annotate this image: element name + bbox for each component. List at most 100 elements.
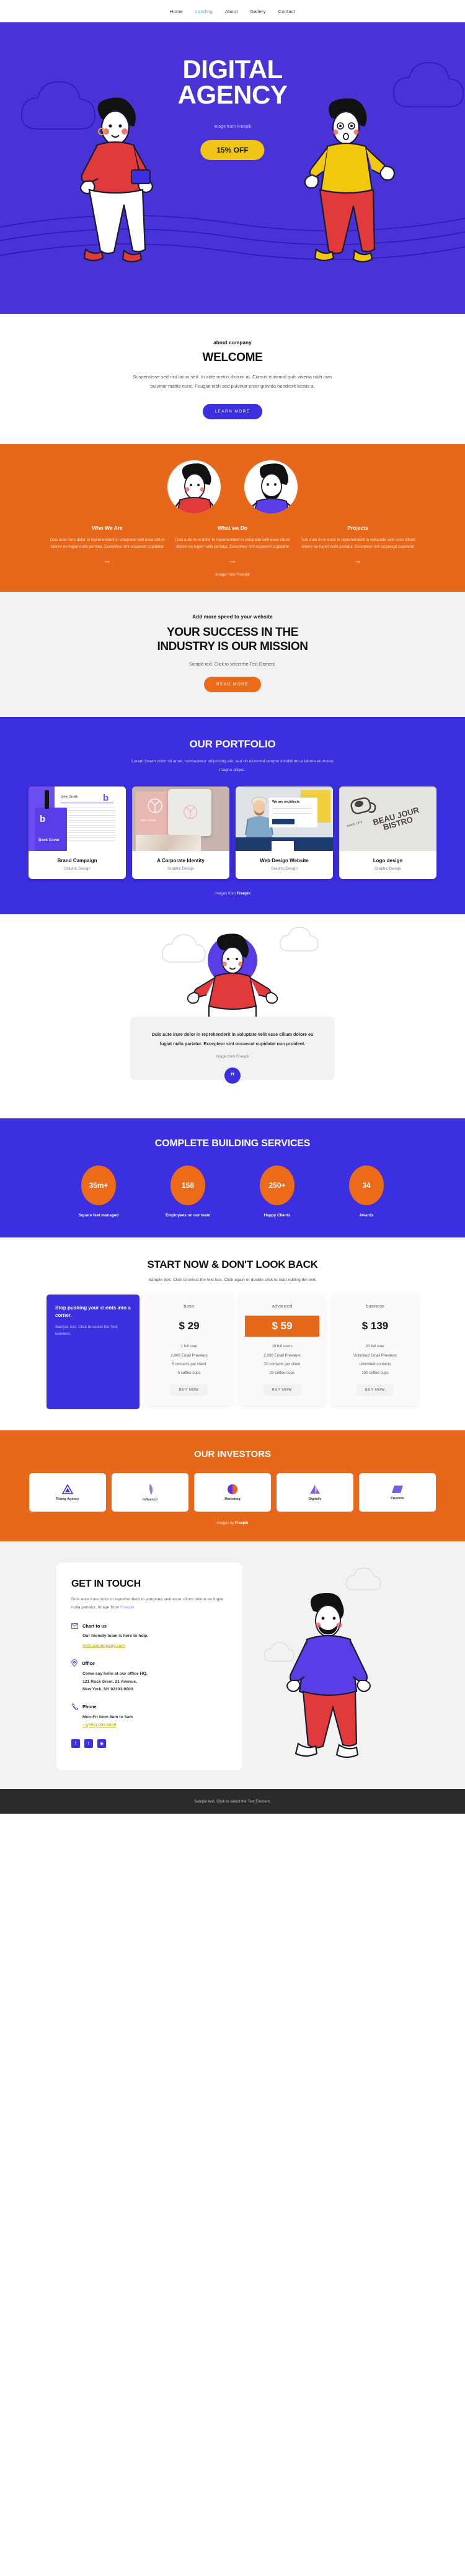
buy-now-button[interactable]: BUY NOW	[170, 1384, 208, 1396]
offer-button[interactable]: 15% OFF	[200, 140, 265, 160]
stats-row: 35m+ Square feet managed 158 Employees o…	[0, 1165, 465, 1219]
contact-block-chat: Chart to us Our friendly team is here to…	[71, 1623, 228, 1650]
portfolio-card[interactable]: John Smith b b Book Cover Brand Campaign…	[29, 787, 126, 880]
contact-block-body: Come say hello at our office HQ. 121 Roc…	[71, 1670, 228, 1694]
plan-feature: 100 coffee cups	[361, 1371, 389, 1376]
contact-block-body: Our friendly team is here to help. hi@ou…	[71, 1633, 228, 1650]
service-title: Projects	[347, 524, 368, 531]
portfolio-thumbnail: John Smith b b Book Cover	[29, 787, 126, 852]
pricing-plan-advanced[interactable]: advanced $ 59 10 full users 2,000 Email …	[239, 1295, 326, 1406]
contact-heading-label: Chart to us	[82, 1623, 107, 1629]
welcome-body: Suspendisse sed nisi lacus sed. In ante …	[133, 374, 332, 389]
plan-price: $ 139	[361, 1320, 389, 1332]
portfolio-title: OUR PORTFOLIO	[189, 738, 276, 751]
stat-value: 158	[170, 1165, 205, 1206]
stat-item: 34 Awards	[335, 1165, 397, 1219]
buy-now-button[interactable]: BUY NOW	[263, 1384, 301, 1396]
stats-section: COMPLETE BUILDING SERVICES 35m+ Square f…	[0, 1118, 465, 1238]
contact-section: GET IN TOUCH Duis aute irure dolor in re…	[0, 1541, 465, 1789]
stat-value: 250+	[260, 1165, 294, 1206]
welcome-section: about company WELCOME Suspendisse sed ni…	[0, 314, 465, 444]
read-more-button[interactable]: READ MORE	[204, 677, 261, 693]
portfolio-card[interactable]: DEC VOKO A Corporate Identity Graphic De…	[132, 787, 229, 880]
contact-heading-label: Phone	[82, 1703, 97, 1709]
stat-item: 35m+ Square feet managed	[68, 1165, 130, 1219]
contact-intro-link[interactable]: Freepik	[120, 1605, 135, 1610]
service-title: What we Do	[217, 524, 248, 531]
investors-credit: Images by Freepik	[0, 1522, 465, 1525]
plan-features: 10 full users 2,000 Email Previews 20 co…	[245, 1342, 319, 1378]
pricing-plan-basic[interactable]: basic $ 29 1 full user 1,000 Email Previ…	[146, 1295, 232, 1406]
investor-logo-card[interactable]: Influencil	[112, 1473, 188, 1512]
mission-subtext: Sample text. Click to select the Text El…	[189, 662, 276, 667]
nav-item-gallery[interactable]: Gallery	[250, 9, 266, 14]
pricing-plan-business[interactable]: business $ 139 20 full user Unlimited Em…	[332, 1295, 418, 1406]
investor-logo-card[interactable]: Digitally	[277, 1473, 353, 1512]
plan-feature: 1,000 Email Previews	[170, 1353, 208, 1358]
triangle-logo-icon	[61, 1484, 74, 1495]
services-illustrations	[0, 460, 465, 514]
promo-title: Stop pushing your clients into a corner.	[55, 1305, 131, 1318]
twitter-icon[interactable]: t	[84, 1739, 93, 1749]
investor-logo-card[interactable]: Promote	[359, 1473, 436, 1512]
main-navigation: Home Landing About Gallery Contact	[0, 0, 465, 22]
nav-item-contact[interactable]: Contact	[278, 9, 295, 14]
pricing-row: Stop pushing your clients into a corner.…	[0, 1295, 465, 1410]
stats-title: COMPLETE BUILDING SERVICES	[154, 1138, 311, 1149]
plan-feature: 20 full user	[365, 1344, 385, 1349]
service-column-who-we-are[interactable]: Who We Are Duis aute irure dolor in repr…	[48, 525, 166, 566]
hero-title-line-1: DIGITAL	[182, 55, 283, 84]
investor-name: Rising Agency	[56, 1497, 79, 1502]
mission-title-line-1: YOUR SUCCESS IN THE	[167, 626, 298, 640]
contact-phone-link[interactable]: +1(555) 000-0000	[82, 1723, 116, 1727]
investor-name: Promote	[391, 1497, 404, 1501]
promo-body: Sample text. Click to select the Text El…	[55, 1324, 118, 1336]
portfolio-card[interactable]: BEAU JOUR BISTRO SINCE 1970 Logo design …	[339, 787, 436, 880]
arrow-right-icon[interactable]: →	[174, 556, 291, 565]
arrow-right-icon[interactable]: →	[299, 556, 417, 565]
investors-title: OUR INVESTORS	[194, 1449, 271, 1460]
phone-icon	[71, 1703, 78, 1710]
buy-now-button[interactable]: BUY NOW	[356, 1384, 394, 1396]
investor-logo-card[interactable]: Rising Agency	[29, 1473, 106, 1512]
plan-name: advanced	[272, 1303, 293, 1309]
portfolio-card-tag: Graphic Design	[271, 867, 298, 871]
portfolio-grid: John Smith b b Book Cover Brand Campaign…	[0, 787, 465, 880]
parallelogram-logo-icon	[392, 1486, 403, 1494]
investors-row: Rising Agency Influencil Marketing Digit…	[0, 1473, 465, 1512]
nav-item-landing[interactable]: Landing	[195, 9, 213, 14]
quote-text: Duis aute irure dolor in reprehenderit i…	[151, 1032, 314, 1046]
nav-item-about[interactable]: About	[225, 9, 238, 14]
investors-credit-link[interactable]: Freepik	[235, 1522, 248, 1525]
instagram-icon[interactable]: ◉	[97, 1739, 106, 1749]
service-column-what-we-do[interactable]: What we Do Duis aute irure dolor in repr…	[174, 525, 291, 566]
service-body: Duis aute irure dolor in reprehenderit i…	[175, 537, 290, 550]
thumb-label: DEC VOKO	[141, 819, 156, 822]
portfolio-credit-link[interactable]: Freepik	[237, 891, 250, 896]
facebook-icon[interactable]: f	[71, 1739, 80, 1749]
plan-features: 1 full user 1,000 Email Previews 5 conta…	[152, 1342, 226, 1378]
contact-email-link[interactable]: hi@ourcompany.com	[82, 1642, 125, 1651]
portfolio-card[interactable]: We are architects Web Design Website Gra…	[236, 787, 333, 880]
services-section: Who We Are Duis aute irure dolor in repr…	[0, 443, 465, 592]
arrow-right-icon[interactable]: →	[48, 556, 166, 565]
investor-name: Marketing	[224, 1497, 241, 1502]
service-body: Duis aute irure dolor in reprehenderit i…	[300, 537, 415, 550]
contact-card: GET IN TOUCH Duis aute irure dolor in re…	[56, 1562, 242, 1771]
plan-features: 20 full user Unlimited Email Previews Un…	[338, 1342, 412, 1378]
thumb-label: We are architects	[272, 800, 300, 804]
nav-item-home[interactable]: Home	[170, 9, 183, 14]
contact-block-heading: Chart to us	[71, 1623, 228, 1629]
contact-block-body: Mon-Fri from 8am to 5am +1(555) 000-0000	[71, 1714, 228, 1729]
portfolio-card-tag: Graphic Design	[374, 867, 401, 871]
service-column-projects[interactable]: Projects Duis aute irure dolor in repreh…	[299, 525, 417, 566]
location-pin-icon	[71, 1659, 78, 1667]
welcome-title: WELCOME	[202, 351, 263, 364]
plan-price: $ 59	[245, 1316, 319, 1337]
mission-title-line-2: INDUSTRY IS OUR MISSION	[157, 640, 308, 653]
quote-box: Duis aute irure dolor in reprehenderit i…	[130, 1017, 335, 1084]
investor-logo-card[interactable]: Marketing	[194, 1473, 271, 1512]
learn-more-button[interactable]: LEARN MORE	[202, 403, 263, 419]
contact-heading-label: Office	[82, 1660, 95, 1666]
plan-feature: 20 contacts per client	[264, 1362, 301, 1366]
